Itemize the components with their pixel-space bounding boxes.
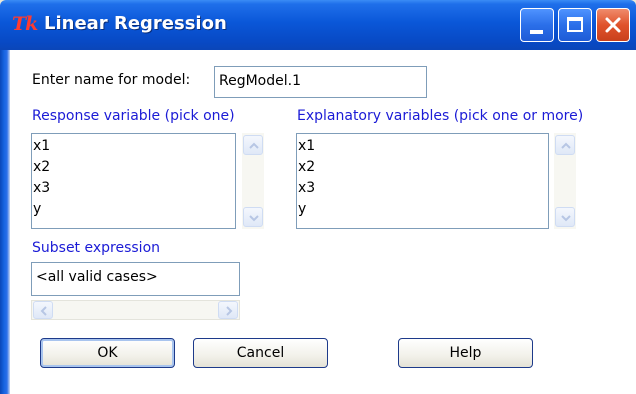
scroll-down-button[interactable] xyxy=(243,207,263,227)
maximize-icon xyxy=(567,17,583,32)
scroll-right-button[interactable] xyxy=(218,301,238,319)
scroll-up-button[interactable] xyxy=(555,135,575,155)
list-item[interactable]: y xyxy=(298,200,306,218)
list-item[interactable]: x2 xyxy=(298,158,315,176)
subset-horizontal-scrollbar[interactable] xyxy=(31,300,240,320)
explanatory-variables-list[interactable]: x1 x2 x3 y xyxy=(296,133,549,229)
model-name-label: Enter name for model: xyxy=(32,72,191,88)
subset-expression-label: Subset expression xyxy=(32,240,161,256)
chevron-up-icon xyxy=(561,142,571,149)
explanatory-list-scrollbar[interactable] xyxy=(554,133,576,229)
response-variable-label: Response variable (pick one) xyxy=(32,108,235,124)
subset-expression-input[interactable]: <all valid cases> xyxy=(31,262,240,296)
explanatory-variables-label: Explanatory variables (pick one or more) xyxy=(297,108,584,124)
minimize-button[interactable] xyxy=(520,8,554,42)
maximize-button[interactable] xyxy=(558,8,592,42)
chevron-right-icon xyxy=(226,306,233,316)
scroll-left-button[interactable] xyxy=(33,301,53,319)
list-item[interactable]: x3 xyxy=(33,179,50,197)
list-item[interactable]: x2 xyxy=(33,158,50,176)
chevron-up-icon xyxy=(249,142,259,149)
list-item[interactable]: y xyxy=(33,200,41,218)
window-left-border xyxy=(0,50,10,394)
ok-button[interactable]: OK xyxy=(40,338,175,368)
tk-app-icon: Tk xyxy=(12,13,38,35)
cancel-button[interactable]: Cancel xyxy=(193,338,328,368)
close-button[interactable] xyxy=(596,8,630,42)
linear-regression-dialog: Tk Linear Regression Enter name for mode… xyxy=(0,0,636,394)
response-variable-list[interactable]: x1 x2 x3 y xyxy=(31,133,236,229)
chevron-down-icon xyxy=(561,215,571,222)
list-item[interactable]: x1 xyxy=(298,137,315,155)
minimize-icon xyxy=(530,30,543,34)
scroll-down-button[interactable] xyxy=(555,207,575,227)
title-bar[interactable]: Tk Linear Regression xyxy=(0,0,636,50)
scroll-up-button[interactable] xyxy=(243,135,263,155)
model-name-input[interactable]: RegModel.1 xyxy=(214,66,427,98)
chevron-left-icon xyxy=(40,306,47,316)
window-title: Linear Regression xyxy=(44,13,227,34)
help-button[interactable]: Help xyxy=(398,338,533,368)
list-item[interactable]: x1 xyxy=(33,137,50,155)
list-item[interactable]: x3 xyxy=(298,179,315,197)
chevron-down-icon xyxy=(249,215,259,222)
response-list-scrollbar[interactable] xyxy=(242,133,264,229)
close-icon xyxy=(605,17,621,33)
